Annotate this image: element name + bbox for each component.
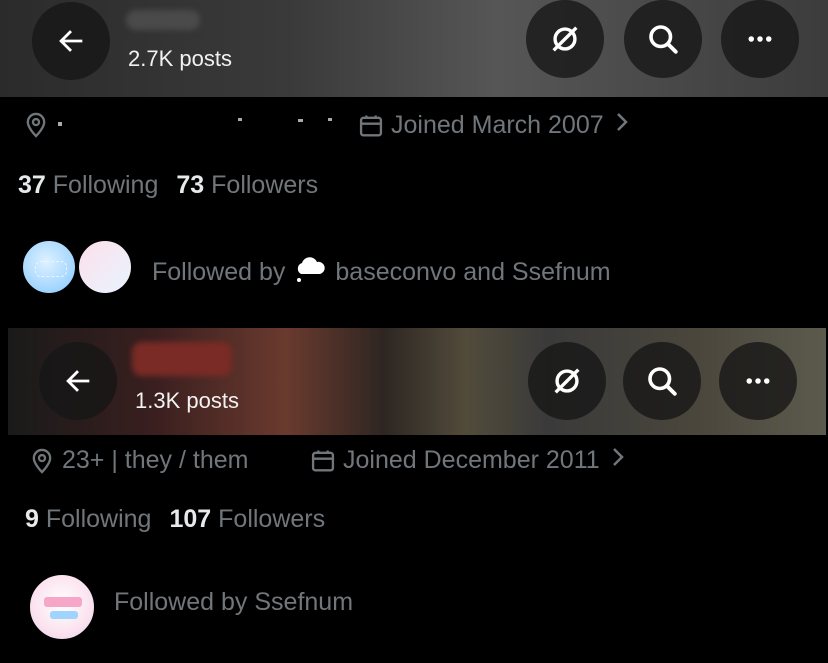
profile-header: 2.7K posts — [0, 0, 828, 97]
search-icon — [649, 25, 678, 54]
following-count: 9 — [25, 505, 39, 533]
following-label: Following — [45, 505, 152, 533]
followers-count: 107 — [169, 505, 212, 533]
avatar-baseconvo[interactable] — [20, 238, 78, 296]
followed-by-names: Ssefnum — [254, 588, 354, 616]
slashed-circle-icon — [554, 368, 580, 394]
following-label: Following — [52, 171, 159, 199]
location-item — [22, 111, 56, 139]
blurred-title — [126, 10, 200, 30]
following-count: 37 — [18, 171, 46, 199]
followers-count: 73 — [176, 171, 205, 199]
follow-stats: 9 Following 107 Followers — [25, 505, 325, 534]
arrow-left-icon — [66, 370, 90, 392]
posts-count: 2.7K posts — [128, 46, 232, 71]
avatar-ssefnum[interactable] — [76, 238, 134, 296]
location-item: 23+ | they / them — [28, 446, 248, 475]
blurred-title — [132, 342, 232, 376]
grok-button[interactable] — [526, 0, 604, 78]
back-button[interactable] — [39, 342, 117, 420]
followed-by[interactable]: Followed by baseconvo and Ssefnum — [152, 254, 611, 291]
followed-by-prefix: Followed by — [152, 258, 286, 286]
search-button[interactable] — [624, 0, 702, 78]
avatar-art — [44, 597, 82, 607]
more-icon — [748, 36, 772, 42]
following-link[interactable]: 9 Following — [25, 505, 151, 533]
chevron-right-icon — [610, 446, 626, 475]
followed-by-names: baseconvo and Ssefnum — [335, 258, 611, 286]
followers-label: Followers — [211, 171, 319, 199]
posts-count: 1.3K posts — [135, 388, 239, 413]
joined-date[interactable]: Joined March 2007 — [357, 111, 630, 140]
redacted-location — [58, 116, 338, 136]
search-icon — [648, 367, 677, 396]
avatar-art — [35, 261, 67, 277]
joined-text: Joined March 2007 — [391, 111, 604, 139]
back-button[interactable] — [32, 2, 110, 80]
more-button[interactable] — [721, 0, 799, 78]
grok-button[interactable] — [528, 342, 606, 420]
joined-text: Joined December 2011 — [343, 446, 600, 474]
calendar-icon — [309, 447, 337, 475]
more-icon — [746, 378, 770, 384]
location-pin-icon — [22, 111, 50, 139]
followers-label: Followers — [218, 505, 326, 533]
location-text: 23+ | they / them — [62, 446, 249, 474]
chevron-right-icon — [614, 111, 630, 140]
followers-link[interactable]: 107 Followers — [169, 505, 325, 533]
search-button[interactable] — [623, 342, 701, 420]
cloud-emoji-icon — [293, 254, 327, 291]
profile-panel-2: 1.3K posts 23+ | they / them Joined Dece… — [0, 328, 828, 663]
more-button[interactable] — [719, 342, 797, 420]
followed-by-prefix: Followed by — [114, 588, 248, 616]
avatar-art — [50, 611, 78, 619]
arrow-left-icon — [59, 30, 83, 52]
follow-stats: 37 Following 73 Followers — [18, 171, 318, 200]
location-pin-icon — [28, 447, 56, 475]
followed-by[interactable]: Followed by Ssefnum — [114, 588, 353, 617]
calendar-icon — [357, 112, 385, 140]
joined-date[interactable]: Joined December 2011 — [309, 446, 626, 475]
slashed-circle-icon — [552, 26, 578, 52]
avatar-ssefnum[interactable] — [27, 572, 97, 642]
profile-header: 1.3K posts — [8, 328, 826, 435]
followers-link[interactable]: 73 Followers — [176, 171, 318, 199]
profile-panel-1: 2.7K posts Joined March 2007 37 Followin… — [0, 0, 828, 328]
following-link[interactable]: 37 Following — [18, 171, 158, 199]
